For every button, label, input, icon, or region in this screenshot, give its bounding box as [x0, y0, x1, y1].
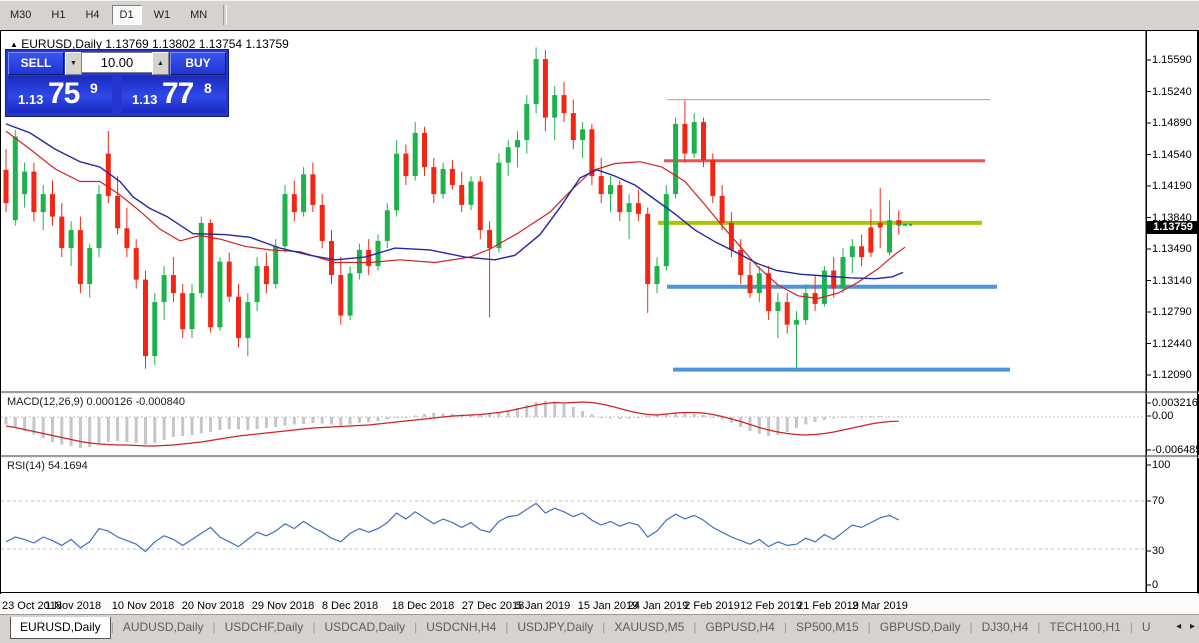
price-axis-label: 1.12790: [1152, 306, 1192, 318]
chart-tab-tech100-h1[interactable]: TECH100,H1: [1040, 617, 1129, 638]
date-axis-label: 5 Jan 2019: [515, 600, 571, 612]
macd-label: MACD(12,26,9) 0.000126 -0.000840: [7, 396, 185, 408]
macd-histogram: [4, 401, 901, 448]
buy-price-tile[interactable]: 1.13 77 8: [122, 76, 226, 113]
price-axis-label: 1.14540: [1152, 148, 1192, 161]
date-axis-label: 2 Mar 2019: [852, 600, 908, 612]
chart-tab-usdchf-daily[interactable]: USDCHF,Daily: [216, 617, 313, 638]
chart-tab-sp500-m15[interactable]: SP500,M15: [787, 617, 868, 638]
indicator-axis-label: 70: [1152, 495, 1165, 507]
date-axis-label: 18 Dec 2018: [391, 600, 455, 612]
buy-button[interactable]: BUY: [170, 52, 226, 75]
tab-scroll-left-icon[interactable]: ◂: [1176, 621, 1181, 632]
macd-value: 0.000126: [86, 396, 133, 408]
timeframe-button-mn[interactable]: MN: [182, 5, 215, 25]
price-axis-label: 1.13140: [1152, 274, 1192, 287]
price-axis-label: 1.12440: [1152, 337, 1192, 350]
timeframe-toolbar: M30 H1 H4 D1 W1 MN: [0, 0, 1199, 31]
date-axis-label: 24 Jan 2019: [627, 600, 689, 612]
sell-price-prefix: 1.13: [18, 92, 44, 107]
chart-tab-eurusd-daily[interactable]: EURUSD,Daily: [10, 617, 111, 639]
volume-increase-button[interactable]: ▲: [152, 52, 169, 75]
date-axis-label: 1 Nov 2018: [44, 600, 102, 612]
chart-tab-usdcad-daily[interactable]: USDCAD,Daily: [315, 617, 414, 638]
price-axis-label: 1.14890: [1152, 117, 1192, 129]
sell-price-pip: 9: [90, 80, 98, 96]
macd-signal-line: [5, 401, 899, 447]
volume-decrease-button[interactable]: ▼: [65, 52, 82, 75]
chart-tab-gbpusd-h4[interactable]: GBPUSD,H4: [696, 617, 783, 638]
price-axis-label: 1.12090: [1152, 369, 1192, 381]
chart-tab-usdcnh-h4[interactable]: USDCNH,H4: [417, 617, 505, 638]
price-axis-label: 1.15240: [1152, 85, 1192, 98]
date-axis-label: 29 Nov 2018: [251, 600, 315, 612]
trading-platform-window: M30 H1 H4 D1 W1 MN ▲ EURUSD,Daily 1.13769 1.1…: [0, 0, 1199, 643]
one-click-trade-panel: SELL ▼ 10.00 ▲ BUY 1.13 75 9 1.13 77 8: [5, 49, 229, 117]
ma-slow-line: [5, 123, 904, 280]
timeframe-button-w1[interactable]: W1: [146, 5, 179, 25]
timeframe-button-m30[interactable]: M30: [2, 5, 39, 25]
chart-tab-bar: EURUSD,Daily | AUDUSD,Daily | USDCHF,Daily | U…: [0, 615, 1199, 643]
toolbar-separator: [223, 5, 228, 25]
timeframe-button-h1[interactable]: H1: [43, 5, 73, 25]
current-price-tag: 1.13759: [1147, 221, 1199, 234]
chart-tab-gbpusd-daily[interactable]: GBPUSD,Daily: [871, 617, 970, 638]
sell-price-big: 75: [48, 77, 80, 110]
indicator-axis-label: -0.006485: [1152, 444, 1199, 456]
indicator-axis-label: 100: [1152, 459, 1171, 471]
chart-tab-audusd-daily[interactable]: AUDUSD,Daily: [114, 617, 213, 638]
rsi-line: [5, 502, 900, 553]
horizontal-sr-lines[interactable]: [658, 99, 1010, 372]
macd-signal-value: -0.000840: [135, 396, 185, 408]
macd-title: MACD(12,26,9): [7, 396, 84, 408]
chart-tab-u[interactable]: U: [1133, 617, 1160, 638]
buy-price-pip: 8: [204, 80, 212, 96]
date-axis-label: 10 Nov 2018: [111, 600, 175, 612]
buy-price-big: 77: [162, 77, 194, 110]
date-axis-label: 8 Dec 2018: [321, 600, 379, 612]
rsi-value: 54.1694: [47, 460, 88, 472]
indicator-axis-label: 0.00: [1152, 410, 1174, 422]
timeframe-button-h4[interactable]: H4: [77, 5, 107, 25]
chart-tab-usdjpy-daily[interactable]: USDJPY,Daily: [508, 617, 602, 638]
chart-tab-dj30-h4[interactable]: DJ30,H4: [973, 617, 1038, 638]
date-axis-label: 21 Feb 2019: [797, 600, 859, 612]
price-axis-label: 1.13490: [1152, 243, 1192, 255]
sell-button[interactable]: SELL: [8, 52, 64, 75]
chart-tab-xauusd-m5[interactable]: XAUUSD,M5: [605, 617, 693, 638]
indicator-axis-label: 30: [1152, 545, 1165, 557]
rsi-label: RSI(14) 54.1694: [7, 460, 88, 472]
date-axis-label: 12 Feb 2019: [740, 600, 802, 612]
tab-bar-spacer: [0, 615, 10, 616]
tab-scroll-right-icon[interactable]: ▸: [1190, 621, 1195, 632]
timeframe-button-d1[interactable]: D1: [111, 5, 142, 25]
date-axis-label: 20 Nov 2018: [181, 600, 245, 612]
tab-scroll-buttons: ◂ ▸: [1170, 621, 1195, 632]
indicator-axis-label: 0.003216: [1152, 397, 1198, 409]
indicator-axis-label: 0: [1152, 579, 1159, 591]
buy-price-prefix: 1.13: [132, 92, 158, 107]
date-axis-label: 2 Feb 2019: [684, 600, 740, 612]
volume-input[interactable]: 10.00: [81, 52, 153, 73]
sell-price-tile[interactable]: 1.13 75 9: [8, 76, 112, 113]
rsi-title: RSI(14): [7, 460, 45, 472]
price-axis-label: 1.14190: [1152, 180, 1192, 192]
symbol-collapse-icon[interactable]: ▲: [10, 40, 18, 49]
price-axis-label: 1.15590: [1152, 54, 1192, 66]
